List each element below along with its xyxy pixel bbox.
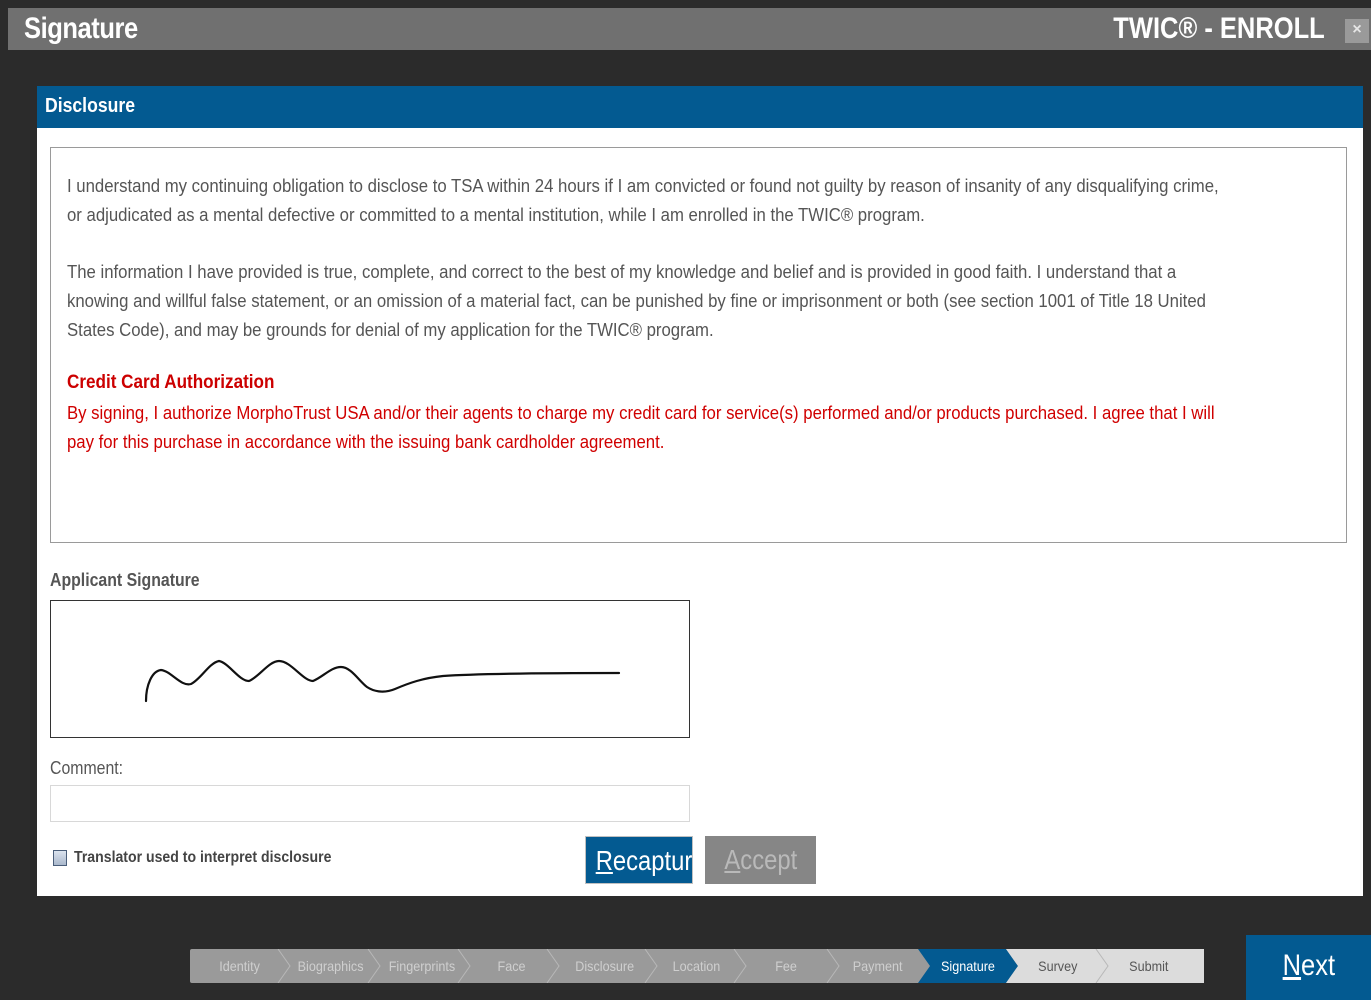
- step-identity: Identity: [219, 958, 261, 974]
- panel-header: Disclosure: [37, 86, 1363, 128]
- step-survey: Survey: [1038, 958, 1078, 974]
- step-submit: Submit: [1129, 958, 1169, 974]
- signature-drawing: [144, 659, 621, 703]
- screen-title: Signature: [24, 12, 138, 45]
- credit-card-line: By signing, I authorize MorphoTrust USA …: [67, 403, 1215, 423]
- obligation-line: or adjudicated as a mental defective or …: [67, 205, 925, 225]
- translator-checkbox[interactable]: [53, 850, 67, 866]
- app-name: TWIC® - ENROLL: [1113, 12, 1325, 45]
- step-biographics: Biographics: [298, 958, 364, 974]
- next-button[interactable]: Next: [1246, 935, 1371, 1000]
- panel-title: Disclosure: [45, 95, 135, 117]
- signature-pad[interactable]: [50, 600, 690, 738]
- step-fingerprints: Fingerprints: [388, 958, 456, 974]
- translator-label[interactable]: Translator used to interpret disclosure: [74, 849, 331, 867]
- certification-line: knowing and willful false statement, or …: [67, 291, 1206, 311]
- step-face: Face: [497, 958, 527, 974]
- comment-input[interactable]: [50, 785, 690, 822]
- accept-access-key: A: [724, 844, 740, 875]
- step-fee: Fee: [775, 958, 797, 974]
- signature-label: Applicant Signature: [50, 570, 200, 590]
- recapture-access-key: R: [595, 845, 613, 876]
- next-access-key: N: [1282, 949, 1301, 982]
- progress-steps: Identity Biographics Fingerprints Face D…: [190, 949, 1204, 983]
- certification-line: The information I have provided is true,…: [67, 262, 1177, 282]
- close-button[interactable]: ×: [1345, 19, 1369, 43]
- disclosure-text-box: I understand my continuing obligation to…: [50, 147, 1347, 543]
- step-location: Location: [672, 958, 720, 974]
- translator-option[interactable]: Translator used to interpret disclosure: [53, 849, 367, 867]
- certification-line: States Code), and may be grounds for den…: [67, 320, 714, 340]
- step-signature: Signature: [941, 958, 995, 974]
- certification-paragraph: The information I have provided is true,…: [67, 258, 1339, 345]
- recapture-label: ecapture: [612, 845, 706, 876]
- step-payment: Payment: [853, 958, 903, 974]
- obligation-paragraph: I understand my continuing obligation to…: [67, 172, 1339, 230]
- accept-button[interactable]: Accept: [705, 836, 816, 884]
- title-bar: Signature TWIC® - ENROLL ×: [8, 8, 1371, 50]
- credit-card-title: Credit Card Authorization: [67, 372, 275, 393]
- next-label: ext: [1300, 949, 1335, 982]
- credit-card-line: pay for this purchase in accordance with…: [67, 432, 665, 452]
- recapture-button[interactable]: Recapture: [585, 836, 706, 884]
- disclosure-panel: Disclosure I understand my continuing ob…: [37, 86, 1363, 896]
- comment-label: Comment:: [50, 758, 124, 778]
- step-disclosure: Disclosure: [575, 958, 635, 974]
- credit-card-paragraph: By signing, I authorize MorphoTrust USA …: [67, 399, 1339, 457]
- accept-label: ccept: [739, 844, 797, 875]
- obligation-line: I understand my continuing obligation to…: [67, 176, 1219, 196]
